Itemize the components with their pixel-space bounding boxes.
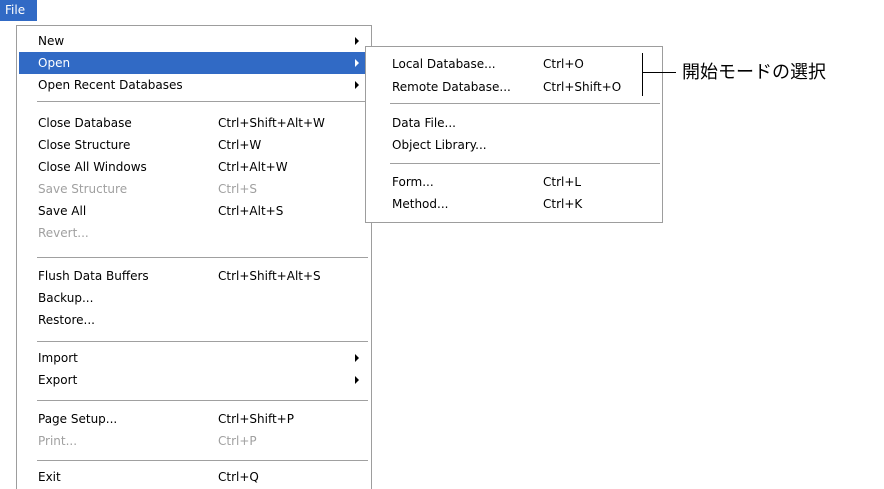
menu-item-label: Open <box>38 56 71 70</box>
menu-item-export[interactable]: Export <box>19 369 369 391</box>
callout-text: 開始モードの選択 <box>682 62 826 83</box>
submenu-item-data-file[interactable]: Data File... <box>368 112 660 134</box>
submenu-item-method[interactable]: Method... Ctrl+K <box>368 193 660 215</box>
menu-separator <box>37 400 368 401</box>
menu-item-label: Close Database <box>38 116 132 130</box>
file-menu-label: File <box>5 3 26 17</box>
menu-item-label: Data File... <box>392 116 456 130</box>
menu-item-shortcut: Ctrl+Q <box>218 470 259 484</box>
submenu-item-object-library[interactable]: Object Library... <box>368 134 660 156</box>
menu-item-import[interactable]: Import <box>19 347 369 369</box>
menu-item-exit[interactable]: Exit Ctrl+Q <box>19 466 369 488</box>
menu-item-shortcut: Ctrl+Shift+O <box>543 80 622 94</box>
menu-item-label: Local Database... <box>392 57 496 71</box>
menu-item-save-all[interactable]: Save All Ctrl+Alt+S <box>19 200 369 222</box>
submenu-arrow-icon <box>355 354 359 362</box>
menu-item-save-structure: Save Structure Ctrl+S <box>19 178 369 200</box>
menu-separator <box>37 341 368 342</box>
submenu-arrow-icon <box>355 59 359 67</box>
submenu-item-local-database[interactable]: Local Database... Ctrl+O <box>368 53 660 75</box>
menu-item-label: Save All <box>38 204 87 218</box>
menu-item-shortcut: Ctrl+S <box>218 182 258 196</box>
menu-item-shortcut: Ctrl+P <box>218 434 257 448</box>
callout-bracket <box>642 53 650 96</box>
file-menu-tab[interactable]: File <box>0 0 37 21</box>
submenu-item-remote-database[interactable]: Remote Database... Ctrl+Shift+O <box>368 76 660 98</box>
menu-item-close-all-windows[interactable]: Close All Windows Ctrl+Alt+W <box>19 156 369 178</box>
menu-item-label: Object Library... <box>392 138 487 152</box>
menu-item-label: Page Setup... <box>38 412 118 426</box>
submenu-arrow-icon <box>355 37 359 45</box>
menu-item-shortcut: Ctrl+K <box>543 197 583 211</box>
menu-item-label: New <box>38 34 65 48</box>
submenu-arrow-icon <box>355 81 359 89</box>
menu-item-open-recent-databases[interactable]: Open Recent Databases <box>19 74 369 96</box>
menu-item-label: Revert... <box>38 226 89 240</box>
menu-item-shortcut: Ctrl+O <box>543 57 584 71</box>
menu-separator <box>37 101 368 102</box>
menu-separator <box>390 103 660 104</box>
menu-item-shortcut: Ctrl+Alt+W <box>218 160 288 174</box>
menu-item-print: Print... Ctrl+P <box>19 430 369 452</box>
menu-item-label: Flush Data Buffers <box>38 269 149 283</box>
menu-item-label: Open Recent Databases <box>38 78 183 92</box>
menu-item-label: Close Structure <box>38 138 131 152</box>
menu-separator <box>390 163 660 164</box>
open-submenu: Local Database... Ctrl+O Remote Database… <box>365 46 663 223</box>
menu-item-shortcut: Ctrl+L <box>543 175 582 189</box>
submenu-arrow-icon <box>355 376 359 384</box>
menu-item-open[interactable]: Open <box>19 52 369 74</box>
menu-item-label: Exit <box>38 470 61 484</box>
submenu-item-form[interactable]: Form... Ctrl+L <box>368 171 660 193</box>
file-menu: New Open Open Recent Databases Close Dat… <box>16 25 372 489</box>
menu-separator <box>37 460 368 461</box>
menu-item-shortcut: Ctrl+Alt+S <box>218 204 284 218</box>
menu-item-restore[interactable]: Restore... <box>19 309 369 331</box>
menu-item-label: Form... <box>392 175 434 189</box>
menu-item-label: Method... <box>392 197 449 211</box>
callout-leader-line <box>642 72 676 73</box>
menu-separator <box>37 257 368 258</box>
menu-item-label: Close All Windows <box>38 160 147 174</box>
menu-item-backup[interactable]: Backup... <box>19 287 369 309</box>
menu-item-label: Print... <box>38 434 78 448</box>
menu-item-label: Export <box>38 373 78 387</box>
menu-item-label: Backup... <box>38 291 94 305</box>
menu-item-label: Save Structure <box>38 182 128 196</box>
menu-item-label: Remote Database... <box>392 80 511 94</box>
menu-item-page-setup[interactable]: Page Setup... Ctrl+Shift+P <box>19 408 369 430</box>
menu-item-flush-data-buffers[interactable]: Flush Data Buffers Ctrl+Shift+Alt+S <box>19 265 369 287</box>
menu-item-shortcut: Ctrl+Shift+Alt+W <box>218 116 325 130</box>
menu-item-label: Import <box>38 351 78 365</box>
menu-item-close-structure[interactable]: Close Structure Ctrl+W <box>19 134 369 156</box>
menu-item-new[interactable]: New <box>19 30 369 52</box>
menu-item-close-database[interactable]: Close Database Ctrl+Shift+Alt+W <box>19 112 369 134</box>
menu-item-revert: Revert... <box>19 222 369 244</box>
menu-item-shortcut: Ctrl+Shift+Alt+S <box>218 269 321 283</box>
menu-item-shortcut: Ctrl+W <box>218 138 262 152</box>
menu-item-label: Restore... <box>38 313 95 327</box>
menu-item-shortcut: Ctrl+Shift+P <box>218 412 294 426</box>
